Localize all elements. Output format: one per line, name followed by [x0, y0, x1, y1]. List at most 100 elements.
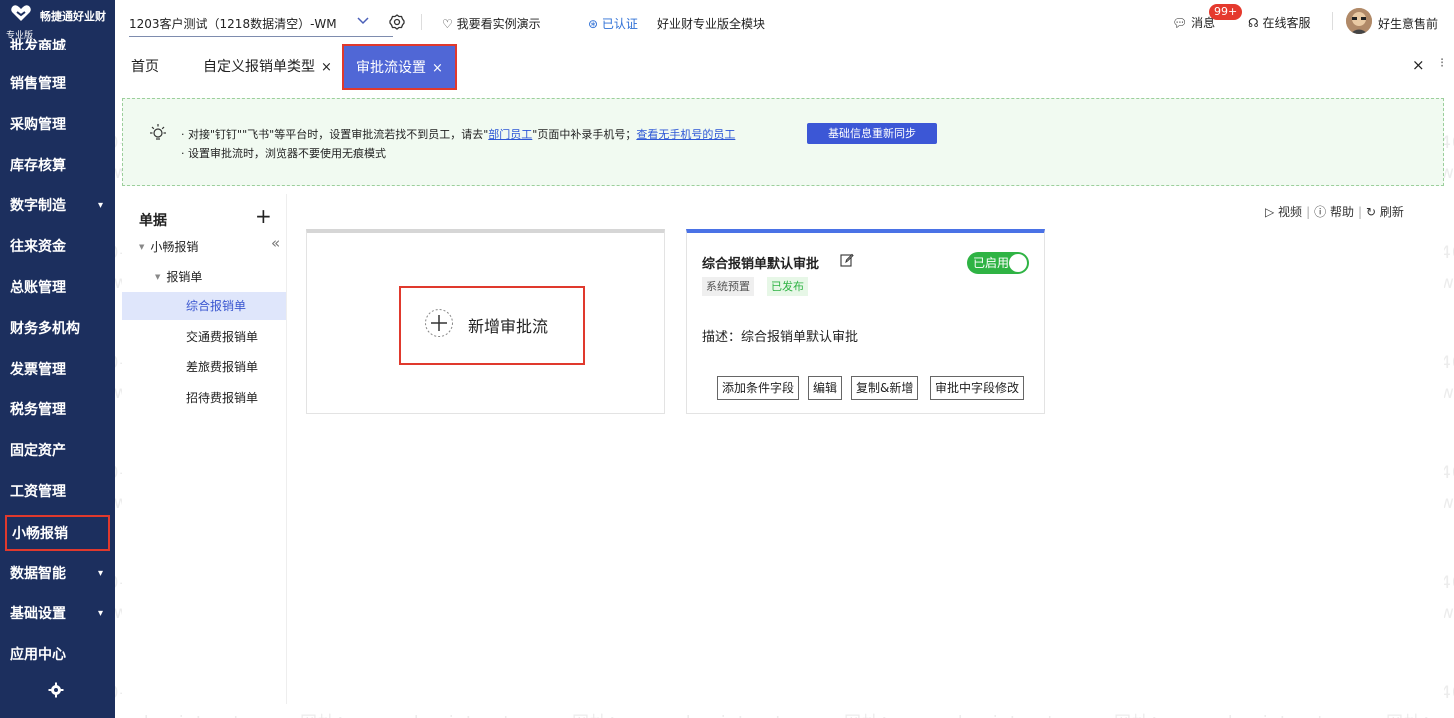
resync-button[interactable]: 基础信息重新同步 [807, 123, 937, 144]
headset-icon: ☊ [1248, 16, 1263, 30]
tip-line-2: · 设置审批流时，浏览器不要使用无痕模式 [181, 147, 386, 160]
app-root: 电话：400-665-0028网址：www.chanjet.net电话：400-… [0, 0, 1454, 718]
copy-and-new-button[interactable]: 复制&新增 [851, 376, 919, 400]
video-button[interactable]: ▷ 视频 [1265, 205, 1302, 219]
package-name: 好业财专业版全模块 [657, 17, 766, 31]
chevron-down-icon: ▾ [97, 608, 103, 620]
header-divider-2 [1332, 12, 1333, 30]
tab-custom-expense-type[interactable]: 自定义报销单类型 × [203, 44, 332, 90]
sidebar-item[interactable]: 发票管理 [0, 350, 115, 390]
shield-icon: ⊛ [588, 17, 602, 31]
play-icon: ▷ [1265, 205, 1279, 219]
demo-link[interactable]: ♡ 我要看实例演示 [442, 15, 541, 32]
sidebar-item[interactable]: 应用中心 [0, 635, 115, 675]
more-tabs-icon[interactable]: ⁝ [1440, 56, 1444, 71]
watermark-site: 网址：www.chanjet.net [572, 708, 783, 718]
user-name[interactable]: 好生意售前 [1378, 15, 1438, 32]
sidebar-item-label: 数字制造 [10, 198, 66, 215]
tree-leaf[interactable]: 综合报销单 [122, 292, 286, 320]
tab-approval-flow-settings[interactable]: 审批流设置 × [342, 44, 457, 90]
sidebar-item[interactable]: 往来资金 [0, 227, 115, 267]
toggle-label: 已启用 [973, 256, 1010, 270]
plus-circle-icon[interactable] [424, 308, 454, 338]
add-condition-field-button[interactable]: 添加条件字段 [717, 376, 800, 400]
sidebar-item[interactable]: 基础设置 ▾ [0, 594, 115, 634]
tree-node-root[interactable]: ▼ 小畅报销 [139, 238, 198, 255]
gear-icon[interactable] [48, 682, 64, 698]
sidebar-item[interactable]: 数据智能 ▾ [0, 554, 115, 594]
sidebar-item[interactable]: 销售管理 [0, 64, 115, 104]
sidebar-item[interactable]: 数字制造 ▾ [0, 186, 115, 226]
tab-home[interactable]: 首页 [131, 44, 159, 90]
company-underline [129, 36, 393, 37]
company-selector[interactable]: 1203客户测试（1218数据清空）-WM [129, 15, 337, 32]
avatar[interactable] [1346, 8, 1372, 34]
sidebar-item-label: 往来资金 [10, 239, 66, 256]
toolbar-divider: | [1357, 205, 1362, 219]
tab-bar: 首页 自定义报销单类型 × 审批流设置 × × ⁝ [115, 44, 1454, 90]
sidebar-item[interactable]: 工资管理 [0, 472, 115, 512]
customer-service-label: 在线客服 [1262, 16, 1311, 30]
document-tree-panel: 单据 + « ▼ 小畅报销 ▼ 报销单 综合报销单 交通费报销单 差旅费报销单 招待费报销… [122, 194, 287, 704]
sidebar-item-label: 固定资产 [10, 443, 66, 460]
verified-label: 已认证 [601, 17, 638, 31]
chevron-down-icon[interactable] [357, 14, 369, 26]
chevron-down-icon: ▾ [97, 567, 103, 579]
logo-icon [11, 5, 31, 21]
sidebar-item-label: 小畅报销 [12, 526, 68, 542]
enabled-toggle[interactable]: 已启用 [967, 252, 1029, 274]
settings-icon[interactable] [389, 14, 405, 30]
sidebar-item[interactable]: 总账管理 [0, 268, 115, 308]
tree-node-label: 小畅报销 [150, 240, 199, 254]
refresh-icon: ↻ [1366, 205, 1380, 219]
verified-badge: ⊛ 已认证 [588, 15, 638, 32]
flow-title: 综合报销单默认审批 [702, 257, 820, 272]
tree-leaf[interactable]: 交通费报销单 [122, 323, 286, 351]
sidebar-item-label: 发票管理 [10, 361, 66, 378]
close-icon[interactable]: × [432, 61, 443, 76]
sidebar-item[interactable]: 固定资产 [0, 431, 115, 471]
refresh-label: 刷新 [1379, 205, 1404, 219]
sidebar-item-label: 税务管理 [10, 402, 66, 419]
flow-description: 描述：综合报销单默认审批 [702, 330, 859, 345]
close-all-icon[interactable]: × [1412, 56, 1425, 74]
top-header: 1203客户测试（1218数据清空）-WM ♡ 我要看实例演示 ⊛ 已认证 好业… [115, 0, 1454, 44]
tip-text: "页面中补录手机号； [532, 128, 637, 141]
sidebar-item-label: 库存核算 [10, 157, 66, 174]
watermark-site: 网址：www.chanjet.net [844, 708, 1055, 718]
published-tag: 已发布 [767, 277, 808, 296]
caret-down-icon: ▼ [155, 273, 161, 281]
sidebar-item[interactable]: 税务管理 [0, 390, 115, 430]
edit-icon[interactable] [840, 253, 854, 267]
tip-line-1: · 对接"钉钉""飞书"等平台时，设置审批流若找不到员工，请去"部门员工"页面中… [181, 126, 735, 142]
tree-node-group[interactable]: ▼ 报销单 [155, 268, 202, 285]
sidebar-item[interactable]: 库存核算 [0, 146, 115, 186]
sidebar-item[interactable]: 财务多机构 [0, 309, 115, 349]
sidebar-item-label: 数据智能 [10, 565, 66, 582]
chevron-down-icon: ▾ [97, 200, 103, 212]
tree-leaf[interactable]: 差旅费报销单 [122, 353, 286, 381]
sidebar-item[interactable]: 采购管理 [0, 105, 115, 145]
close-icon[interactable]: × [321, 60, 332, 75]
tree-leaf[interactable]: 招待费报销单 [122, 384, 286, 412]
avatar-image [1346, 8, 1372, 34]
sidebar-item-label: 财务多机构 [10, 320, 80, 337]
customer-service-button[interactable]: ☊ 在线客服 [1248, 14, 1311, 31]
logo[interactable]: 畅捷通好业财 专业版 [0, 0, 115, 41]
add-icon[interactable]: + [255, 206, 272, 226]
watermark-site: 网址：www.chanjet.net [1114, 708, 1325, 718]
staff-without-phone-link[interactable]: 查看无手机号的员工 [636, 128, 735, 141]
refresh-button[interactable]: ↻ 刷新 [1366, 205, 1404, 219]
help-button[interactable]: ⓘ 帮助 [1314, 205, 1354, 219]
content-toolbar: ▷ 视频 | ⓘ 帮助 | ↻ 刷新 [1265, 203, 1404, 220]
department-staff-link[interactable]: 部门员工 [488, 128, 532, 141]
sidebar-item[interactable]: 小畅报销 [5, 515, 110, 551]
messages-button[interactable]: 💬︎ 消息 [1172, 14, 1215, 31]
edit-button[interactable]: 编辑 [808, 376, 843, 400]
sidebar-item-label: 基础设置 [10, 606, 66, 623]
sidebar-item-partial[interactable]: 批发商城 [10, 36, 66, 50]
collapse-icon[interactable]: « [271, 234, 280, 252]
add-flow-label[interactable]: 新增审批流 [468, 313, 548, 337]
edit-fields-in-approval-button[interactable]: 审批中字段修改 [930, 376, 1025, 400]
tips-banner: · 对接"钉钉""飞书"等平台时，设置审批流若找不到员工，请去"部门员工"页面中… [122, 98, 1444, 186]
